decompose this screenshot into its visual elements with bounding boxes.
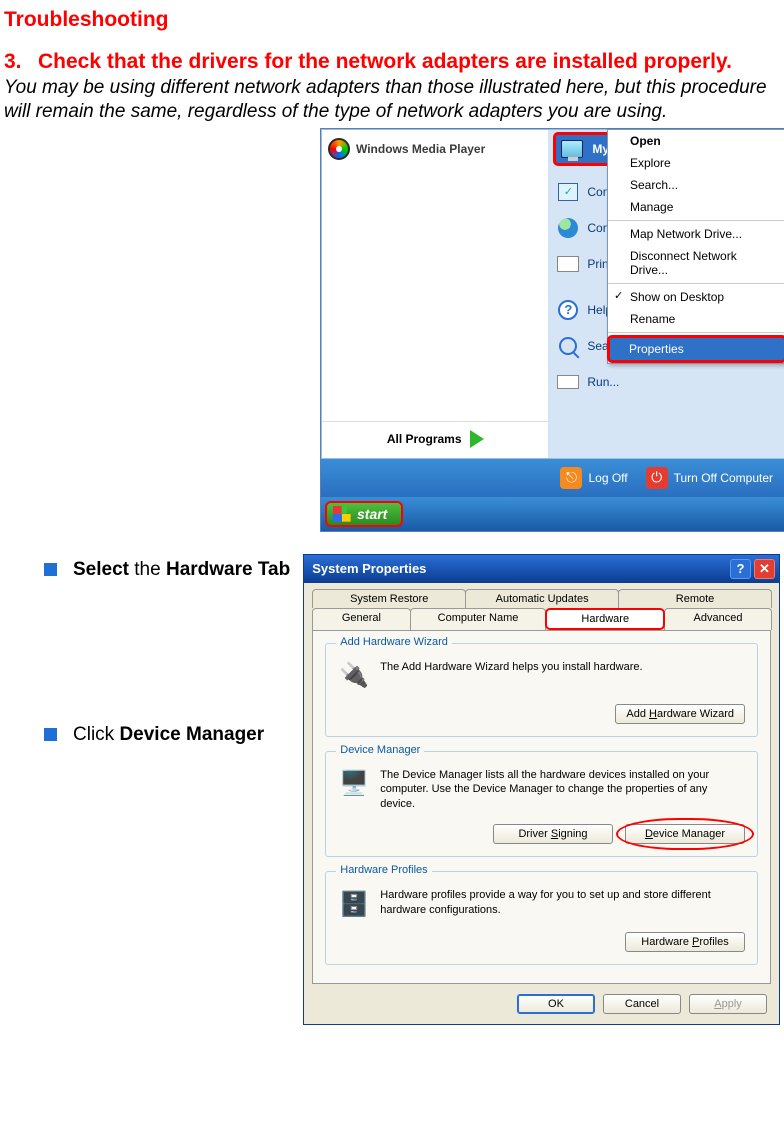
titlebar-close-button[interactable]: ✕: [754, 559, 775, 579]
system-properties-titlebar: System Properties ? ✕: [304, 555, 779, 583]
bullet2-prefix: Click: [73, 724, 119, 745]
group-hardware-profiles-title: Hardware Profiles: [336, 864, 431, 876]
intro-paragraph: You may be using different network adapt…: [4, 76, 780, 124]
bullet2-bold: Device Manager: [119, 724, 264, 745]
taskbar: start: [321, 497, 784, 531]
bullet-click-device-manager: Click Device Manager: [44, 723, 293, 747]
turnoff-label: Turn Off Computer: [674, 471, 773, 485]
turnoff-icon: ⏻: [646, 467, 668, 489]
ctx-manage[interactable]: Manage: [608, 196, 784, 218]
wmp-icon: [328, 138, 350, 160]
start-button[interactable]: start: [325, 501, 403, 527]
hardware-tab-panel: Add Hardware Wizard 🔌 The Add Hardware W…: [312, 630, 771, 985]
ctx-rename[interactable]: Rename: [608, 308, 784, 330]
hardware-profiles-button[interactable]: Hardware Profiles: [625, 932, 745, 952]
all-programs[interactable]: All Programs: [322, 421, 548, 448]
device-manager-button[interactable]: Device Manager: [625, 824, 745, 844]
arrow-right-icon: [470, 430, 484, 448]
ctx-properties[interactable]: Properties: [607, 335, 784, 363]
start-menu-item-wmp[interactable]: Windows Media Player: [322, 130, 548, 168]
group-device-manager: Device Manager 🖥️ The Device Manager lis…: [325, 751, 758, 858]
start-menu-item-run[interactable]: Run...: [549, 364, 784, 400]
hardware-profiles-text: Hardware profiles provide a way for you …: [380, 888, 745, 918]
apply-button[interactable]: Apply: [689, 994, 767, 1014]
help-icon: ?: [557, 299, 579, 321]
tab-remote[interactable]: Remote: [618, 589, 772, 608]
all-programs-label: All Programs: [387, 432, 462, 446]
ctx-search[interactable]: Search...: [608, 174, 784, 196]
connect-icon: [557, 217, 579, 239]
start-menu-footer: ⎋ Log Off ⏻ Turn Off Computer: [321, 459, 784, 497]
step-number: 3.: [4, 50, 38, 74]
ctx-open[interactable]: Open: [608, 130, 784, 152]
search-icon: [557, 335, 579, 357]
ctx-disconnect-drive[interactable]: Disconnect Network Drive...: [608, 245, 784, 281]
my-computer-icon: [560, 137, 584, 161]
step-text: Check that the drivers for the network a…: [38, 50, 732, 73]
add-hardware-wizard-button[interactable]: Add Hardware Wizard: [615, 704, 745, 724]
turnoff-button[interactable]: ⏻ Turn Off Computer: [646, 467, 773, 489]
tab-automatic-updates[interactable]: Automatic Updates: [465, 589, 619, 608]
tab-hardware[interactable]: Hardware: [545, 608, 665, 630]
device-manager-icon: 🖥️: [338, 768, 370, 800]
start-menu-left-pane: Windows Media Player All Programs: [322, 130, 549, 458]
bullet1-bold1: Select: [73, 559, 129, 580]
device-manager-text: The Device Manager lists all the hardwar…: [380, 768, 745, 813]
run-label: Run...: [587, 375, 619, 389]
titlebar-help-button[interactable]: ?: [730, 559, 751, 579]
control-panel-icon: [557, 181, 579, 203]
printer-icon: [557, 253, 579, 275]
bullet-select-hardware: Select the Hardware Tab: [44, 558, 293, 582]
run-icon: [557, 371, 579, 393]
logoff-label: Log Off: [588, 471, 627, 485]
ctx-map-drive[interactable]: Map Network Drive...: [608, 223, 784, 245]
context-menu: Open Explore Search... Manage Map Networ…: [607, 129, 784, 364]
group-add-hardware: Add Hardware Wizard 🔌 The Add Hardware W…: [325, 643, 758, 737]
ctx-explore[interactable]: Explore: [608, 152, 784, 174]
logoff-button[interactable]: ⎋ Log Off: [560, 467, 627, 489]
bullet-icon: [44, 728, 57, 741]
tab-computer-name[interactable]: Computer Name: [410, 608, 547, 630]
windows-flag-icon: [333, 506, 351, 522]
ok-button[interactable]: OK: [517, 994, 595, 1014]
system-properties-title: System Properties: [312, 561, 426, 576]
tab-general[interactable]: General: [312, 608, 410, 630]
add-hardware-icon: 🔌: [338, 660, 370, 692]
start-menu-screenshot: Windows Media Player All Programs My Cor…: [320, 128, 784, 532]
start-label: start: [357, 506, 387, 522]
group-device-manager-title: Device Manager: [336, 744, 424, 756]
tab-system-restore[interactable]: System Restore: [312, 589, 466, 608]
logoff-icon: ⎋: [560, 467, 582, 489]
wmp-label: Windows Media Player: [356, 142, 485, 156]
ctx-show-desktop[interactable]: Show on Desktop: [608, 286, 784, 308]
cancel-button[interactable]: Cancel: [603, 994, 681, 1014]
add-hardware-text: The Add Hardware Wizard helps you instal…: [380, 660, 642, 675]
instruction-bullets: Select the Hardware Tab Click Device Man…: [4, 554, 303, 748]
page-title: Troubleshooting: [4, 8, 780, 32]
system-properties-screenshot: System Properties ? ✕ System Restore Aut…: [303, 554, 780, 1026]
hardware-profiles-icon: 🗄️: [338, 888, 370, 920]
group-hardware-profiles: Hardware Profiles 🗄️ Hardware profiles p…: [325, 871, 758, 965]
bullet1-mid: the: [129, 559, 166, 580]
system-properties-footer: OK Cancel Apply: [304, 984, 779, 1024]
bullet1-bold2: Hardware Tab: [166, 559, 290, 580]
driver-signing-button[interactable]: Driver Signing: [493, 824, 613, 844]
group-add-hardware-title: Add Hardware Wizard: [336, 636, 452, 648]
bullet-icon: [44, 563, 57, 576]
step-heading: 3.Check that the drivers for the network…: [4, 50, 780, 74]
tab-advanced[interactable]: Advanced: [664, 608, 772, 630]
